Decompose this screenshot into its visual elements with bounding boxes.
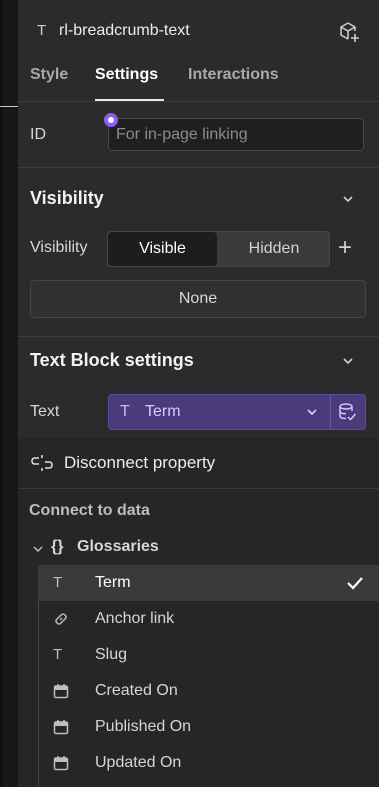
text-icon: T	[53, 646, 63, 663]
field-option-published-on[interactable]: Published On	[38, 709, 379, 745]
visibility-label: Visibility	[30, 239, 88, 256]
chevron-down-icon[interactable]	[32, 543, 44, 555]
section-divider	[18, 167, 379, 168]
visible-option[interactable]: Visible	[108, 232, 217, 266]
text-label: Text	[30, 403, 60, 420]
visibility-condition-field[interactable]: None	[30, 280, 366, 318]
tab-style[interactable]: Style	[30, 66, 68, 84]
setting-indicator-dot	[104, 113, 118, 127]
disconnect-property-item[interactable]: Disconnect property	[64, 453, 215, 473]
calendar-icon	[53, 684, 69, 699]
visibility-section-title[interactable]: Visibility	[30, 188, 104, 209]
field-option-label: Created On	[95, 682, 178, 699]
field-option-term[interactable]: T Term	[38, 565, 379, 601]
field-option-label: Anchor link	[95, 610, 175, 627]
canvas-guide-line	[0, 106, 18, 107]
select-separator	[330, 395, 331, 429]
field-option-label: Published On	[95, 718, 192, 735]
canvas-edge-strip	[0, 0, 3, 787]
field-option-anchor-link[interactable]: Anchor link	[38, 601, 379, 637]
database-icon[interactable]	[337, 402, 357, 422]
text-type-icon: T	[120, 403, 130, 420]
field-option-label: Updated On	[95, 754, 182, 771]
dropdown-divider	[18, 488, 379, 489]
element-name: rl-breadcrumb-text	[59, 22, 190, 39]
field-option-updated-on[interactable]: Updated On	[38, 745, 379, 781]
add-condition-icon[interactable]: +	[338, 236, 352, 260]
text-icon: T	[53, 574, 63, 591]
text-type-icon: T	[37, 22, 47, 39]
calendar-icon	[53, 756, 69, 771]
settings-panel: T rl-breadcrumb-text Style Settings Inte…	[18, 0, 379, 787]
field-option-label: Term	[95, 574, 131, 591]
tab-interactions[interactable]: Interactions	[188, 66, 279, 84]
field-option-created-on[interactable]: Created On	[38, 673, 379, 709]
link-icon	[55, 613, 67, 625]
tabs-divider	[18, 101, 379, 102]
checkmark-icon	[347, 577, 363, 590]
id-label: ID	[30, 126, 46, 143]
text-binding-select[interactable]: T Term	[108, 394, 366, 430]
text-block-section-title[interactable]: Text Block settings	[30, 350, 194, 371]
field-option-label: Slug	[95, 646, 128, 663]
component-cube-plus-icon[interactable]	[338, 21, 360, 43]
hidden-option[interactable]: Hidden	[219, 232, 329, 266]
visibility-toggle: Visible Hidden	[107, 231, 330, 267]
calendar-icon	[53, 720, 69, 735]
tab-settings[interactable]: Settings	[95, 66, 158, 84]
disconnect-link-icon	[31, 455, 53, 471]
bound-field-label: Term	[145, 403, 181, 420]
collection-icon: {}	[51, 538, 64, 555]
chevron-down-icon[interactable]	[341, 354, 355, 368]
section-divider	[18, 336, 379, 337]
connect-to-data-heading: Connect to data	[29, 502, 150, 519]
glossaries-group[interactable]: Glossaries	[77, 538, 159, 556]
chevron-down-icon[interactable]	[341, 192, 355, 206]
field-option-slug[interactable]: T Slug	[38, 637, 379, 673]
chevron-down-icon[interactable]	[306, 406, 318, 418]
connect-data-dropdown: Disconnect property Connect to data {} G…	[18, 438, 379, 787]
id-input[interactable]	[108, 118, 364, 151]
